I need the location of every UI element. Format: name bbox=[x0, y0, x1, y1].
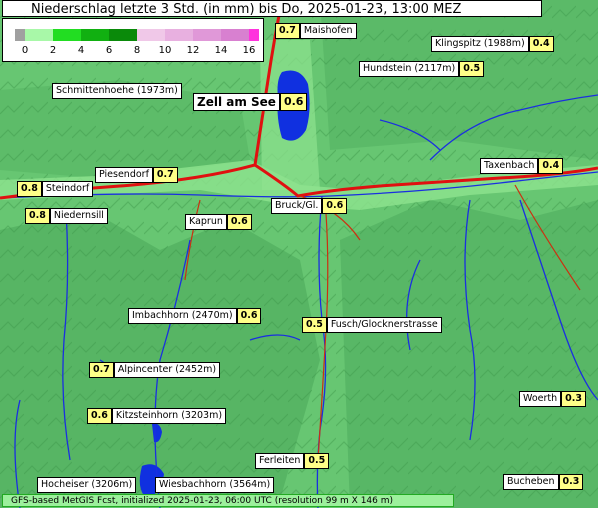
precip-value: 0.4 bbox=[538, 158, 564, 174]
place-name: Ferleiten bbox=[255, 453, 305, 469]
place-label-wiesbachhorn: Wiesbachhorn (3564m) bbox=[155, 477, 275, 493]
place-name: Wiesbachhorn (3564m) bbox=[155, 477, 275, 493]
place-name: Taxenbach bbox=[480, 158, 539, 174]
precipitation-map: Niederschlag letzte 3 Std. (in mm) bis D… bbox=[0, 0, 598, 508]
place-label-taxenbach: Taxenbach 0.4 bbox=[480, 158, 564, 174]
place-name: Kitzsteinhorn (3203m) bbox=[111, 408, 227, 424]
precip-value: 0.8 bbox=[25, 208, 50, 224]
precip-value: 0.6 bbox=[87, 408, 112, 424]
legend-tick: 16 bbox=[242, 45, 256, 56]
place-label-maishofen: 0.7 Maishofen bbox=[275, 23, 357, 39]
precip-value: 0.6 bbox=[279, 93, 308, 111]
legend-tick: 8 bbox=[133, 45, 141, 56]
legend-tick: 10 bbox=[158, 45, 172, 56]
precip-value: 0.4 bbox=[528, 36, 554, 52]
precip-value: 0.5 bbox=[459, 61, 485, 77]
place-name: Imbachhorn (2470m) bbox=[128, 308, 237, 324]
place-label-kaprun: Kaprun 0.6 bbox=[185, 214, 252, 230]
precip-value: 0.3 bbox=[558, 474, 584, 490]
legend-color-bar bbox=[15, 29, 259, 41]
legend-swatch-0-2 bbox=[25, 29, 53, 41]
place-label-fusch: 0.5 Fusch/Glocknerstrasse bbox=[302, 317, 442, 333]
place-name: Kaprun bbox=[185, 214, 227, 230]
precip-value: 0.6 bbox=[322, 198, 348, 214]
legend-tick: 14 bbox=[214, 45, 228, 56]
precip-value: 0.6 bbox=[226, 214, 252, 230]
place-name: Klingspitz (1988m) bbox=[431, 36, 529, 52]
precip-value: 0.8 bbox=[17, 181, 42, 197]
legend-swatch-12-14 bbox=[193, 29, 221, 41]
legend-swatch-6-8 bbox=[109, 29, 137, 41]
place-label-imbachhorn: Imbachhorn (2470m) 0.6 bbox=[128, 308, 262, 324]
legend-swatch-8-10 bbox=[137, 29, 165, 41]
precip-value: 0.5 bbox=[304, 453, 330, 469]
place-label-hundstein: Hundstein (2117m) 0.5 bbox=[359, 61, 485, 77]
legend-swatch-4-6 bbox=[81, 29, 109, 41]
legend-tick: 6 bbox=[105, 45, 113, 56]
place-label-piesendorf: Piesendorf 0.7 bbox=[95, 167, 178, 183]
precip-value: 0.7 bbox=[89, 362, 114, 378]
place-label-kitzsteinhorn: 0.6 Kitzsteinhorn (3203m) bbox=[87, 408, 227, 424]
place-label-alpincenter: 0.7 Alpincenter (2452m) bbox=[89, 362, 221, 378]
place-label-ferleiten: Ferleiten 0.5 bbox=[255, 453, 330, 469]
precip-value: 0.7 bbox=[152, 167, 178, 183]
precip-value: 0.5 bbox=[302, 317, 327, 333]
precip-value: 0.7 bbox=[275, 23, 300, 39]
legend-tick: 4 bbox=[77, 45, 85, 56]
place-name: Schmittenhoehe (1973m) bbox=[52, 83, 182, 99]
place-name: Fusch/Glocknerstrasse bbox=[326, 317, 442, 333]
place-label-bruck: Bruck/Gl. 0.6 bbox=[271, 198, 348, 214]
place-name: Alpincenter (2452m) bbox=[113, 362, 221, 378]
place-label-schmittenhoehe: Schmittenhoehe (1973m) bbox=[52, 83, 182, 99]
legend-swatch-14-16 bbox=[221, 29, 249, 41]
place-name: Bucheben bbox=[503, 474, 559, 490]
place-name: Steindorf bbox=[41, 181, 94, 197]
place-label-steindorf: 0.8 Steindorf bbox=[17, 181, 94, 197]
legend-tick: 2 bbox=[49, 45, 57, 56]
place-name: Piesendorf bbox=[95, 167, 153, 183]
terrain-layer bbox=[0, 0, 598, 508]
model-info-footer: GFS-based MetGIS Fcst, initialized 2025-… bbox=[2, 494, 454, 507]
place-label-zell-am-see: Zell am See 0.6 bbox=[193, 93, 308, 111]
place-name: Niedernsill bbox=[49, 208, 108, 224]
legend-tick: 0 bbox=[21, 45, 29, 56]
precip-value: 0.3 bbox=[561, 391, 586, 407]
legend-swatch-2-4 bbox=[53, 29, 81, 41]
legend-swatch-10-12 bbox=[165, 29, 193, 41]
map-title: Niederschlag letzte 3 Std. (in mm) bis D… bbox=[2, 0, 542, 17]
place-label-klingspitz: Klingspitz (1988m) 0.4 bbox=[431, 36, 554, 52]
legend-swatch-below-zero bbox=[15, 29, 25, 41]
place-name: Woerth bbox=[519, 391, 562, 407]
place-name: Hundstein (2117m) bbox=[359, 61, 460, 77]
place-label-woerth: Woerth 0.3 bbox=[519, 391, 586, 407]
precip-value: 0.6 bbox=[236, 308, 262, 324]
place-name: Hocheiser (3206m) bbox=[37, 477, 137, 493]
place-name: Zell am See bbox=[193, 93, 280, 111]
place-label-bucheben: Bucheben 0.3 bbox=[503, 474, 584, 490]
legend-swatch-above-16 bbox=[249, 29, 259, 41]
place-label-niedernsill: 0.8 Niedernsill bbox=[25, 208, 108, 224]
place-name: Maishofen bbox=[299, 23, 357, 39]
place-label-hocheiser: Hocheiser (3206m) bbox=[37, 477, 137, 493]
legend-tick: 12 bbox=[186, 45, 200, 56]
precipitation-legend: 0 2 4 6 8 10 12 14 16 bbox=[2, 18, 264, 62]
place-name: Bruck/Gl. bbox=[271, 198, 323, 214]
